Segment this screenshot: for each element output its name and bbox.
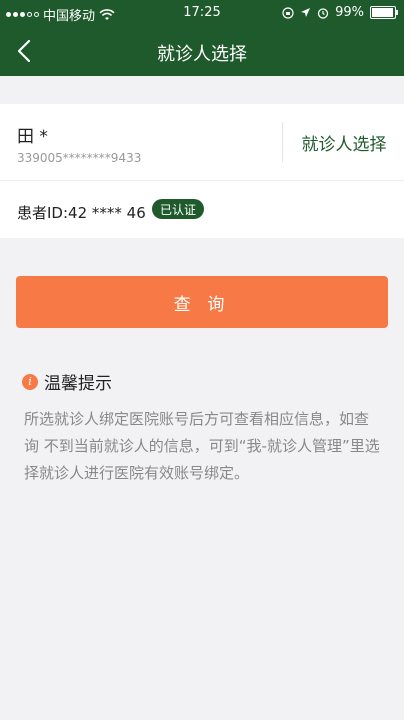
patient-card: 田 * 339005********9433 就诊人选择 患者ID:42 ***… (0, 104, 404, 238)
divider (282, 122, 283, 162)
tips-body: 所选就诊人绑定医院账号后方可查看相应信息，如查询 不到当前就诊人的信息，可到“我… (24, 410, 380, 482)
tips-title: 温馨提示 (44, 374, 112, 394)
query-button[interactable]: 查 询 (16, 276, 388, 328)
page-title: 就诊人选择 (157, 44, 247, 65)
select-patient-button[interactable]: 就诊人选择 (284, 104, 404, 180)
status-right: 99% (282, 5, 398, 20)
tips-header: i 温馨提示 (22, 369, 112, 394)
patient-id-row: 患者ID:42 **** 46 已认证 (0, 181, 404, 238)
nav-bar: 就诊人选择 (0, 26, 404, 76)
location-icon (301, 8, 311, 17)
verified-badge: 已认证 (152, 199, 205, 219)
status-bar: 中国移动 17:25 99% (0, 0, 404, 26)
info-icon: i (22, 373, 38, 390)
patient-id-text: 患者ID:42 **** 46 (17, 204, 146, 222)
patient-row: 田 * 339005********9433 就诊人选择 (0, 104, 404, 181)
patient-id-number: 339005********9433 (17, 151, 142, 165)
lock-rotation-icon (282, 6, 294, 19)
patient-name: 田 * (17, 127, 48, 147)
battery-icon (370, 6, 398, 19)
battery-percent: 99% (335, 5, 364, 20)
alarm-icon (317, 7, 329, 19)
